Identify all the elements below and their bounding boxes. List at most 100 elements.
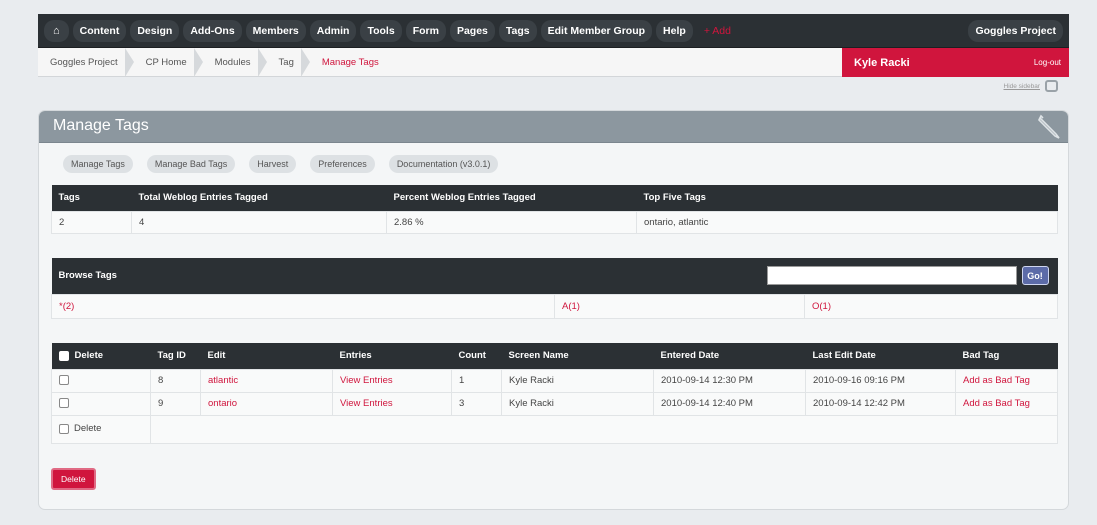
add-bad-tag-link[interactable]: Add as Bad Tag: [963, 375, 1030, 386]
tags-table: Delete Tag ID Edit Entries Count Screen …: [51, 343, 1058, 444]
letter-cell: *(2): [51, 293, 555, 319]
select-all-checkbox[interactable]: [58, 350, 69, 361]
tab-manage-bad-tags[interactable]: Manage Bad Tags: [146, 155, 236, 173]
header-entries: Entries: [332, 343, 452, 369]
nav-help[interactable]: Help: [656, 19, 693, 42]
stat-top-five-tags: ontario, atlantic: [636, 210, 1058, 234]
manage-tags-panel: Manage Tags Manage Tags Manage Bad Tags …: [38, 110, 1069, 510]
header-top-five-tags: Top Five Tags: [636, 185, 1058, 211]
nav-tags[interactable]: Tags: [498, 19, 537, 42]
view-entries-link[interactable]: View Entries: [340, 398, 393, 409]
sidebar-icon[interactable]: [1045, 80, 1058, 92]
browse-search-input[interactable]: [766, 266, 1017, 286]
sidebar-toggle: Hide sidebar: [1004, 80, 1058, 92]
tab-harvest[interactable]: Harvest: [249, 155, 297, 173]
header-delete: Delete: [51, 343, 151, 369]
footer-delete-label: Delete: [74, 423, 102, 435]
header-browse-tags: Browse Tags: [51, 258, 555, 294]
page-title: Manage Tags: [53, 117, 149, 134]
home-icon[interactable]: ⌂: [44, 19, 69, 42]
letter-cell: O(1): [804, 293, 1058, 319]
header-count: Count: [451, 343, 502, 369]
nav-content[interactable]: Content: [72, 19, 127, 42]
tag-count: 3: [451, 391, 502, 416]
stat-tags: 2: [51, 210, 132, 234]
row-checkbox-cell: [51, 368, 151, 393]
pencil-icon: [1038, 114, 1060, 139]
screen-name: Kyle Racki: [501, 368, 654, 393]
stat-total-entries: 4: [131, 210, 387, 234]
nav-admin[interactable]: Admin: [309, 19, 357, 42]
table-footer-row: Delete: [51, 414, 1058, 444]
footer-delete-checkbox[interactable]: [59, 423, 69, 434]
table-row: 8 atlantic View Entries 1 Kyle Racki 201…: [51, 368, 1058, 393]
letter-link-all[interactable]: *(2): [59, 301, 74, 312]
last-edit-date: 2010-09-14 12:42 PM: [805, 391, 956, 416]
tag-edit-cell: atlantic: [200, 368, 333, 393]
browse-search-cell: Go!: [554, 258, 1058, 294]
breadcrumb-goggles-project[interactable]: Goggles Project: [38, 48, 134, 77]
footer-empty-cell: [150, 414, 1058, 444]
letter-link-o[interactable]: O(1): [812, 301, 831, 312]
entered-date: 2010-09-14 12:30 PM: [653, 368, 806, 393]
breadcrumb-modules[interactable]: Modules: [203, 48, 267, 77]
header-last-edit-date: Last Edit Date: [805, 343, 956, 369]
row-checkbox[interactable]: [59, 375, 69, 386]
nav-form[interactable]: Form: [405, 19, 446, 42]
edit-tag-link[interactable]: atlantic: [208, 375, 238, 386]
header-percent-entries: Percent Weblog Entries Tagged: [386, 185, 637, 211]
breadcrumb-cp-home[interactable]: CP Home: [134, 48, 203, 77]
stat-percent-entries: 2.86 %: [386, 210, 637, 234]
entries-cell: View Entries: [332, 368, 452, 393]
sub-tabs: Manage Tags Manage Bad Tags Harvest Pref…: [63, 155, 499, 173]
main-nav-bar: ⌂ Content Design Add-Ons Members Admin T…: [38, 14, 1069, 48]
footer-delete-cell: Delete: [51, 414, 151, 444]
tab-documentation[interactable]: Documentation (v3.0.1): [388, 155, 499, 173]
header-tag-id: Tag ID: [150, 343, 201, 369]
table-row: 9 ontario View Entries 3 Kyle Racki 2010…: [51, 391, 1058, 416]
view-entries-link[interactable]: View Entries: [340, 375, 393, 386]
header-screen-name: Screen Name: [501, 343, 654, 369]
stats-table: Tags Total Weblog Entries Tagged Percent…: [51, 185, 1058, 234]
breadcrumb-tag[interactable]: Tag: [267, 48, 311, 77]
logout-link[interactable]: Log-out: [1034, 58, 1061, 67]
entries-cell: View Entries: [332, 391, 452, 416]
nav-design[interactable]: Design: [130, 19, 180, 42]
browse-tags-table: Browse Tags Go! *(2) A(1) O(1): [51, 258, 1058, 319]
breadcrumb-bar: Goggles Project CP Home Modules Tag Mana…: [38, 48, 1069, 77]
tag-count: 1: [451, 368, 502, 393]
header-edit: Edit: [200, 343, 333, 369]
breadcrumb: Goggles Project CP Home Modules Tag Mana…: [38, 48, 395, 77]
letter-link-a[interactable]: A(1): [562, 301, 580, 312]
last-edit-date: 2010-09-16 09:16 PM: [805, 368, 956, 393]
nav-pages[interactable]: Pages: [449, 19, 495, 42]
add-bad-tag-link[interactable]: Add as Bad Tag: [963, 398, 1030, 409]
nav-tools[interactable]: Tools: [360, 19, 402, 42]
letter-cell: A(1): [554, 293, 805, 319]
site-name-button[interactable]: Goggles Project: [968, 19, 1063, 42]
tag-id: 9: [150, 391, 201, 416]
nav-members[interactable]: Members: [245, 19, 306, 42]
header-entered-date: Entered Date: [653, 343, 806, 369]
edit-tag-link[interactable]: ontario: [208, 398, 237, 409]
row-checkbox-cell: [51, 391, 151, 416]
row-checkbox[interactable]: [59, 398, 69, 409]
go-button[interactable]: Go!: [1021, 266, 1049, 286]
screen-name: Kyle Racki: [501, 391, 654, 416]
header-tags: Tags: [51, 185, 132, 211]
nav-add[interactable]: + Add: [697, 20, 738, 42]
tag-edit-cell: ontario: [200, 391, 333, 416]
breadcrumb-manage-tags: Manage Tags: [321, 57, 379, 68]
hide-sidebar-link[interactable]: Hide sidebar: [1004, 83, 1041, 90]
nav-add-ons[interactable]: Add-Ons: [183, 19, 242, 42]
bad-tag-cell: Add as Bad Tag: [955, 368, 1058, 393]
user-bar: Kyle Racki Log-out: [842, 48, 1069, 77]
entered-date: 2010-09-14 12:40 PM: [653, 391, 806, 416]
user-name[interactable]: Kyle Racki: [854, 57, 910, 69]
delete-button[interactable]: Delete: [51, 468, 96, 490]
tab-manage-tags[interactable]: Manage Tags: [63, 155, 133, 173]
header-bad-tag: Bad Tag: [955, 343, 1058, 369]
tab-preferences[interactable]: Preferences: [310, 155, 375, 173]
tag-id: 8: [150, 368, 201, 393]
nav-edit-member-group[interactable]: Edit Member Group: [540, 19, 653, 42]
